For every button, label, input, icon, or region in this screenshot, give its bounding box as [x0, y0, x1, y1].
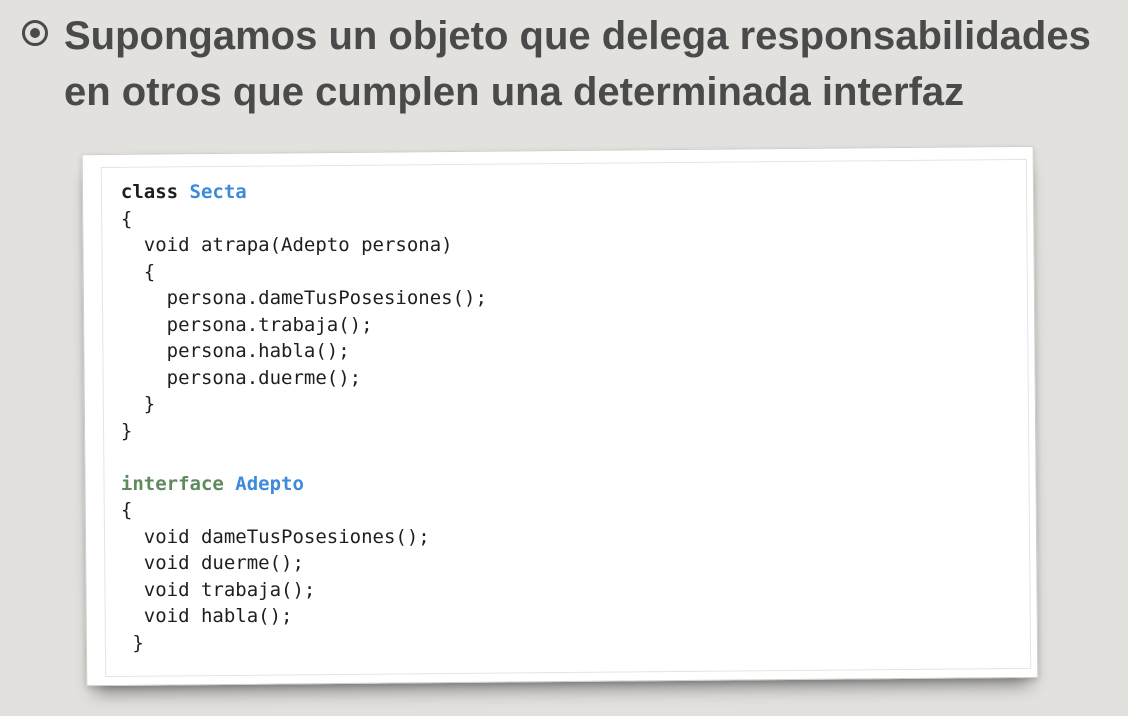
code-line-statement: persona.duerme();	[120, 366, 362, 389]
heading-line-2: en otros que cumplen una determinada int…	[64, 70, 965, 114]
code-line: }	[120, 631, 144, 654]
code-line: }	[120, 392, 156, 415]
code-card: class Secta{ void atrapa(Adepto persona)…	[81, 145, 1039, 687]
code-line: {	[120, 260, 156, 283]
code-card-wrapper: class Secta{ void atrapa(Adepto persona)…	[81, 145, 1047, 694]
code-line-statement: persona.habla();	[120, 339, 350, 362]
code-line-interface-method: void duerme();	[120, 551, 304, 574]
slide: Supongamos un objeto que delega responsa…	[0, 0, 1128, 716]
code-line-interface-method: void habla();	[120, 604, 293, 627]
heading-line-1: Supongamos un objeto que delega responsa…	[64, 14, 1091, 58]
code-line-interface-method: void trabaja();	[120, 578, 316, 601]
code-line-statement: persona.dameTusPosesiones();	[120, 286, 487, 309]
code-line-interface-method: void dameTusPosesiones();	[120, 525, 430, 548]
slide-heading: Supongamos un objeto que delega responsa…	[64, 8, 1104, 120]
code-line-class-decl: class Secta	[121, 179, 487, 206]
code-line-interface-decl: interface Adepto	[121, 470, 487, 497]
code-line: {	[120, 207, 133, 230]
code-line-method-signature: void atrapa(Adepto persona)	[120, 233, 453, 256]
interface-keyword: interface	[120, 472, 224, 495]
code-line-statement: persona.trabaja();	[120, 313, 373, 336]
code-line: }	[120, 419, 133, 442]
class-keyword: class	[120, 180, 179, 203]
interface-name: Adepto	[235, 472, 304, 495]
class-name: Secta	[189, 180, 247, 203]
code-line: {	[120, 498, 133, 521]
radio-bullet-icon	[22, 20, 48, 46]
code-block: class Secta{ void atrapa(Adepto persona)…	[121, 179, 487, 656]
